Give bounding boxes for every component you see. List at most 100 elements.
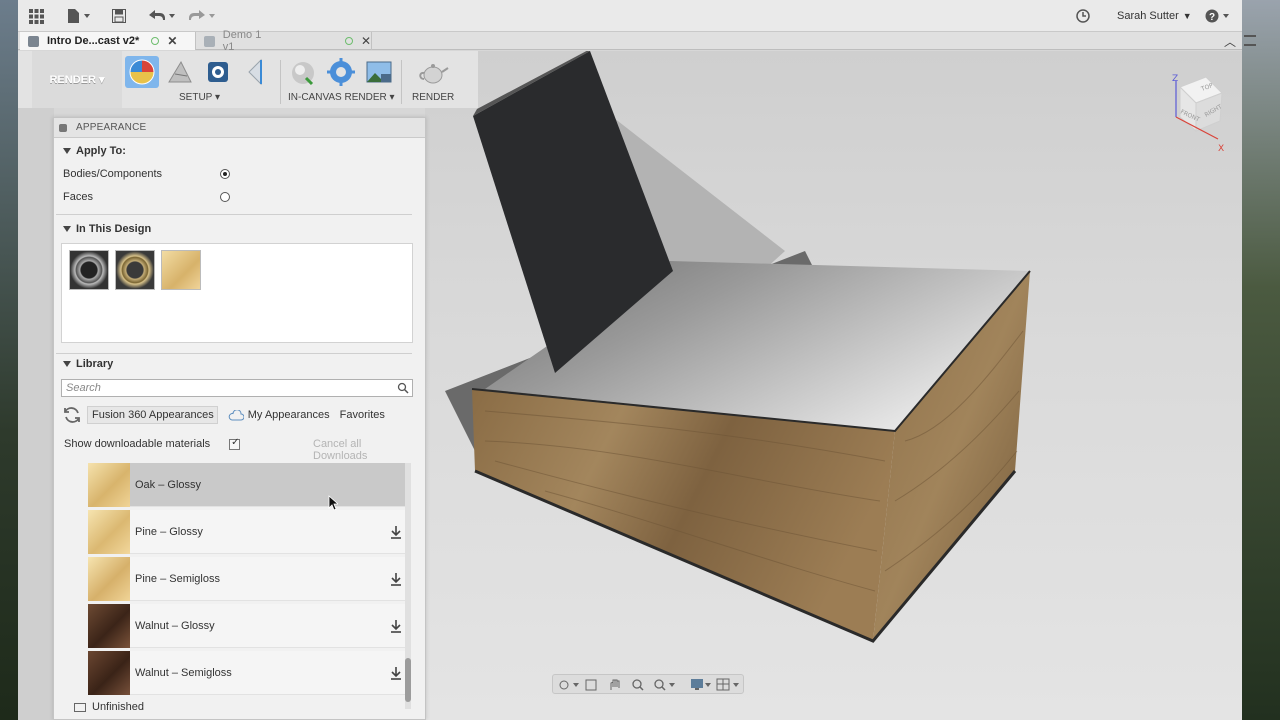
panel-header[interactable]: APPEARANCE [54, 118, 425, 138]
cancel-all-downloads-button[interactable]: Cancel all Downloads [313, 438, 412, 462]
capture-image-button[interactable] [362, 56, 396, 88]
in-canvas-render-button[interactable] [286, 56, 320, 88]
file-menu-icon[interactable] [66, 8, 94, 24]
mouse-cursor-icon [328, 495, 338, 511]
section-expand-icon [63, 148, 71, 154]
user-menu[interactable]: Sarah Sutter ▼ [1117, 10, 1192, 22]
app-grid-icon[interactable] [28, 8, 44, 24]
section-expand-icon [63, 226, 71, 232]
library-section-header[interactable]: Library [63, 358, 113, 370]
pan-hand-icon[interactable] [610, 679, 620, 690]
document-icon [28, 35, 39, 47]
look-at-icon[interactable] [585, 679, 597, 691]
material-thumbnail [88, 650, 130, 695]
refresh-icon[interactable] [61, 405, 83, 425]
display-settings-icon[interactable] [691, 679, 711, 690]
render-teapot-button[interactable] [416, 56, 450, 88]
sync-status-icon [151, 37, 160, 45]
material-thumbnail [88, 603, 130, 648]
tab-favorites[interactable]: Favorites [340, 409, 385, 421]
material-item-walnut-semigloss[interactable]: Walnut – Semigloss [88, 650, 410, 695]
search-icon[interactable] [397, 382, 409, 394]
collapse-chevron-icon[interactable]: ︿ [1224, 33, 1236, 50]
material-item-pine-semigloss[interactable]: Pine – Semigloss [88, 556, 410, 601]
appearance-button[interactable] [125, 56, 159, 88]
panel-collapse-icon[interactable] [59, 123, 67, 132]
document-icon [204, 35, 215, 47]
setup-group-label[interactable]: SETUP ▾ [179, 92, 220, 103]
option-bodies-components: Bodies/Components [63, 168, 163, 180]
design-appearance-thumb[interactable] [161, 250, 201, 290]
zoom-icon[interactable] [632, 679, 644, 691]
close-tab-icon[interactable]: ✕ [361, 34, 371, 48]
tab-intro-design[interactable]: Intro De...cast v2* ✕ [20, 32, 196, 50]
download-icon[interactable] [388, 665, 404, 681]
viewcube[interactable]: TOP FRONT RIGHT Z X [1158, 73, 1238, 154]
model-render [445, 47, 1031, 643]
library-search-input[interactable]: Search [61, 379, 413, 397]
in-this-design-section-header[interactable]: In This Design [63, 223, 151, 235]
appearance-panel: APPEARANCE Apply To: Bodies/Components F… [53, 117, 426, 720]
render-group-label[interactable]: RENDER [412, 92, 454, 103]
in-this-design-list [61, 243, 413, 343]
folder-icon [74, 702, 86, 712]
axis-x-label: X [1218, 144, 1224, 153]
texture-map-button[interactable] [239, 56, 273, 88]
user-name: Sarah Sutter [1117, 10, 1179, 22]
tab-fusion-360-appearances[interactable]: Fusion 360 Appearances [87, 406, 218, 424]
show-downloadable-checkbox[interactable] [229, 437, 241, 450]
top-bar: Sarah Sutter ▼ ? [18, 0, 1242, 32]
radio-faces[interactable] [220, 192, 230, 202]
box-front-face [472, 389, 895, 641]
navigation-bar [552, 674, 744, 694]
browser-strip [18, 108, 54, 720]
option-faces: Faces [63, 191, 93, 203]
tab-label: Demo 1 v1 [222, 29, 262, 53]
download-icon[interactable] [388, 618, 404, 634]
material-item-walnut-glossy[interactable]: Walnut – Glossy [88, 603, 410, 648]
download-icon[interactable] [388, 524, 404, 540]
material-thumbnail [88, 509, 130, 554]
chevron-down-icon: ▼ [1182, 11, 1192, 21]
tab-label: Intro De...cast v2* [47, 35, 140, 47]
workspace-switcher[interactable]: RENDER ▾ [32, 51, 122, 108]
redo-icon[interactable] [186, 8, 218, 24]
library-scrollbar-thumb[interactable] [405, 658, 411, 702]
material-item-pine-glossy[interactable]: Pine – Glossy [88, 509, 410, 554]
ribbon-divider [280, 60, 281, 104]
render-settings-gear-icon[interactable] [324, 56, 358, 88]
design-appearance-thumb[interactable] [69, 250, 109, 290]
material-thumbnail [88, 462, 130, 507]
desktop-background-right [1242, 0, 1280, 720]
desktop-background-left [0, 0, 18, 720]
orbit-icon[interactable] [559, 680, 579, 690]
canvas-viewport[interactable] [425, 47, 1242, 720]
design-appearance-thumb[interactable] [115, 250, 155, 290]
show-downloadable-label: Show downloadable materials [64, 438, 211, 450]
tab-my-appearances[interactable]: My Appearances [228, 409, 330, 421]
radio-bodies-components[interactable] [220, 169, 230, 179]
fit-zoom-icon[interactable] [654, 679, 675, 691]
svg-text:?: ? [1209, 12, 1215, 23]
scene-settings-button[interactable] [201, 56, 235, 88]
axis-z-label: Z [1172, 74, 1178, 84]
in-canvas-render-group-label[interactable]: IN-CANVAS RENDER ▾ [288, 92, 395, 103]
apply-to-section-header[interactable]: Apply To: [63, 145, 126, 157]
help-icon[interactable]: ? [1204, 8, 1232, 24]
close-tab-icon[interactable]: ✕ [167, 34, 177, 48]
tab-demo[interactable]: Demo 1 v1 ✕ [196, 29, 372, 53]
undo-icon[interactable] [146, 8, 178, 24]
folder-unfinished[interactable]: Unfinished [74, 701, 144, 713]
section-expand-icon [63, 361, 71, 367]
sync-status-icon [345, 37, 353, 45]
physical-material-button[interactable] [163, 56, 197, 88]
save-icon[interactable] [111, 8, 127, 24]
fusion-app-window: Sarah Sutter ▼ ? Intro De...cast v2* ✕ De… [18, 0, 1256, 720]
material-thumbnail [88, 556, 130, 601]
hamburger-menu-icon[interactable] [1244, 35, 1256, 46]
cloud-icon [228, 409, 244, 420]
job-status-clock-icon[interactable] [1075, 8, 1091, 24]
grid-settings-icon[interactable] [716, 678, 739, 691]
download-icon[interactable] [388, 571, 404, 587]
material-item-oak-glossy[interactable]: Oak – Glossy [88, 462, 410, 507]
